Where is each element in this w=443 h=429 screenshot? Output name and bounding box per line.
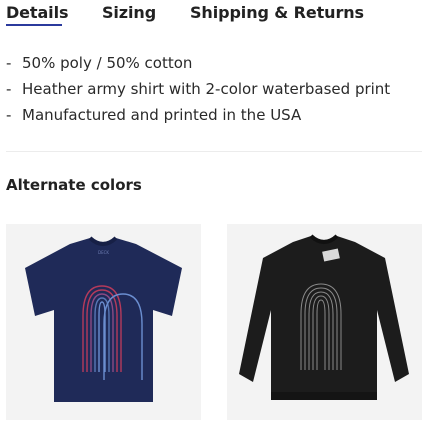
tab-shipping-returns[interactable]: Shipping & Returns [190, 3, 364, 22]
alternate-colors-title: Alternate colors [6, 176, 142, 194]
tab-sizing[interactable]: Sizing [102, 3, 156, 22]
alternate-color-black-crewneck[interactable] [227, 224, 422, 420]
list-item: - Manufactured and printed in the USA [6, 102, 390, 128]
bullet-dash: - [6, 80, 12, 98]
feature-text: 50% poly / 50% cotton [22, 54, 193, 72]
bullet-dash: - [6, 54, 12, 72]
navy-tshirt-image: DECK [6, 224, 201, 420]
section-divider [6, 151, 422, 152]
list-item: - Heather army shirt with 2-color waterba… [6, 76, 390, 102]
bullet-dash: - [6, 106, 12, 124]
svg-text:DECK: DECK [98, 250, 109, 255]
product-details-list: -50% poly / 50% cotton - Heather army shi… [6, 50, 390, 128]
alternate-color-navy-tshirt[interactable]: DECK [6, 224, 201, 420]
tab-details[interactable]: Details [6, 3, 68, 22]
product-tabs: Details Sizing Shipping & Returns [0, 0, 443, 30]
feature-text: Heather army shirt with 2-color waterbas… [22, 80, 391, 98]
active-tab-indicator [6, 24, 62, 26]
feature-text: Manufactured and printed in the USA [22, 106, 302, 124]
black-crewneck-image [227, 224, 422, 420]
list-item: -50% poly / 50% cotton [6, 50, 390, 76]
